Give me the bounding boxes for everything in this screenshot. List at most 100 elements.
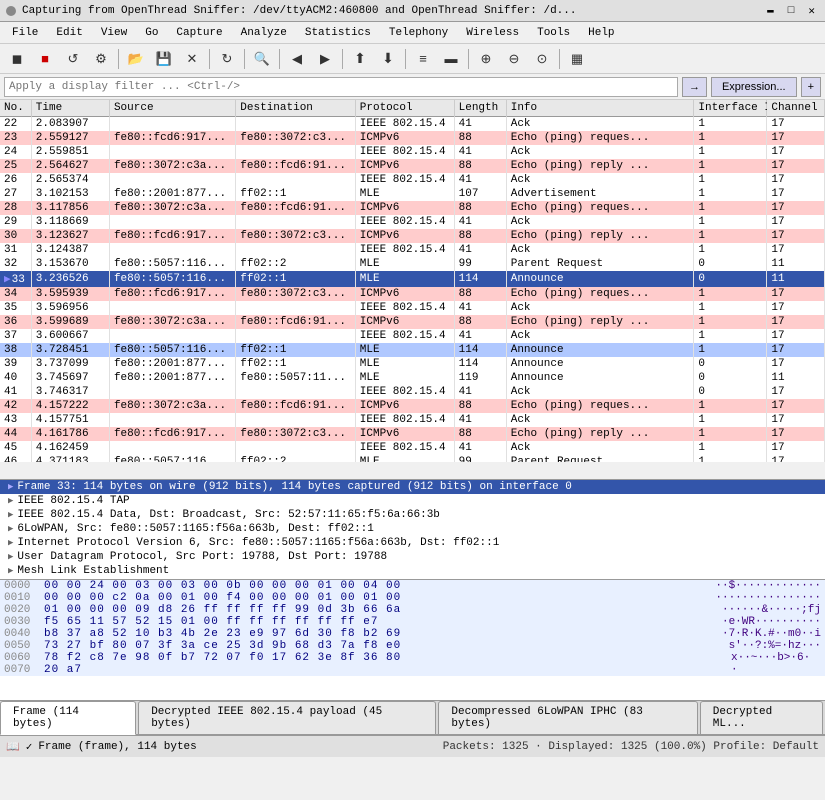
- detail-row[interactable]: ▶User Datagram Protocol, Src Port: 19788…: [0, 550, 825, 564]
- col-iface[interactable]: Interface ID: [694, 100, 767, 117]
- col-source[interactable]: Source: [109, 100, 235, 117]
- col-time[interactable]: Time: [31, 100, 109, 117]
- menu-item-statistics[interactable]: Statistics: [297, 25, 379, 41]
- coloring-btn[interactable]: ▬: [438, 47, 464, 71]
- table-row[interactable]: 434.157751IEEE 802.15.441Ack117: [0, 413, 825, 427]
- stats-btn[interactable]: ▦: [564, 47, 590, 71]
- hex-offset: 0050: [4, 640, 40, 652]
- maximize-btn[interactable]: □: [784, 5, 799, 17]
- minimize-btn[interactable]: ▬: [763, 5, 778, 17]
- cell-chan: 17: [767, 159, 825, 173]
- close-file-btn[interactable]: ✕: [179, 47, 205, 71]
- menu-item-view[interactable]: View: [93, 25, 135, 41]
- table-row[interactable]: 464.371183fe80::5057:116...ff02::2MLE99P…: [0, 455, 825, 462]
- table-row[interactable]: 293.118669IEEE 802.15.441Ack117: [0, 215, 825, 229]
- cell-chan: 17: [767, 287, 825, 301]
- table-row[interactable]: 424.157222fe80::3072:c3a...fe80::fcd6:91…: [0, 399, 825, 413]
- col-destination[interactable]: Destination: [236, 100, 355, 117]
- table-row[interactable]: 454.162459IEEE 802.15.441Ack117: [0, 441, 825, 455]
- filter-arrow-btn[interactable]: →: [682, 77, 707, 97]
- table-row[interactable]: ▶333.236526fe80::5057:116...ff02::1MLE11…: [0, 271, 825, 287]
- detail-row[interactable]: ▶IEEE 802.15.4 TAP: [0, 494, 825, 508]
- menu-item-tools[interactable]: Tools: [529, 25, 578, 41]
- cell-dst: fe80::3072:c3...: [236, 427, 355, 441]
- cell-src: [109, 301, 235, 315]
- bottom-tab-1[interactable]: Decrypted IEEE 802.15.4 payload (45 byte…: [138, 701, 436, 734]
- table-row[interactable]: 444.161786fe80::fcd6:917...fe80::3072:c3…: [0, 427, 825, 441]
- filter-input[interactable]: [4, 77, 678, 97]
- detail-row[interactable]: ▶Mesh Link Establishment: [0, 564, 825, 578]
- col-protocol[interactable]: Protocol: [355, 100, 454, 117]
- table-row[interactable]: 353.596956IEEE 802.15.441Ack117: [0, 301, 825, 315]
- close-window-btn[interactable]: ✕: [804, 4, 819, 18]
- table-row[interactable]: 383.728451fe80::5057:116...ff02::1MLE114…: [0, 343, 825, 357]
- back-btn[interactable]: ◀: [284, 47, 310, 71]
- bottom-tab-3[interactable]: Decrypted ML...: [700, 701, 823, 734]
- cell-len: 41: [454, 413, 506, 427]
- goto-last-btn[interactable]: ⬇: [375, 47, 401, 71]
- table-row[interactable]: 373.600667IEEE 802.15.441Ack117: [0, 329, 825, 343]
- expression-btn[interactable]: Expression...: [711, 77, 797, 97]
- table-row[interactable]: 283.117856fe80::3072:c3a...fe80::fcd6:91…: [0, 201, 825, 215]
- menu-item-wireless[interactable]: Wireless: [458, 25, 527, 41]
- zoom-in-btn[interactable]: ⊕: [473, 47, 499, 71]
- cell-src: fe80::2001:877...: [109, 371, 235, 385]
- menu-item-file[interactable]: File: [4, 25, 46, 41]
- table-row[interactable]: 313.124387IEEE 802.15.441Ack117: [0, 243, 825, 257]
- col-channel[interactable]: Channel: [767, 100, 825, 117]
- table-row[interactable]: 232.559127fe80::fcd6:917...fe80::3072:c3…: [0, 131, 825, 145]
- menu-item-analyze[interactable]: Analyze: [233, 25, 295, 41]
- bottom-tab-2[interactable]: Decompressed 6LoWPAN IPHC (83 bytes): [438, 701, 697, 734]
- options-btn[interactable]: ⚙: [88, 47, 114, 71]
- forward-btn[interactable]: ▶: [312, 47, 338, 71]
- menu-item-telephony[interactable]: Telephony: [381, 25, 456, 41]
- table-row[interactable]: 262.565374IEEE 802.15.441Ack117: [0, 173, 825, 187]
- col-no[interactable]: No.: [0, 100, 31, 117]
- cell-dst: ff02::2: [236, 455, 355, 462]
- table-row[interactable]: 303.123627fe80::fcd6:917...fe80::3072:c3…: [0, 229, 825, 243]
- save-file-btn[interactable]: 💾: [151, 47, 177, 71]
- table-row[interactable]: 323.153670fe80::5057:116...ff02::2MLE99P…: [0, 257, 825, 271]
- find-packet-btn[interactable]: 🔍: [249, 47, 275, 71]
- menu-item-edit[interactable]: Edit: [48, 25, 90, 41]
- cell-info: Ack: [506, 243, 694, 257]
- sep7: [468, 49, 469, 69]
- menu-item-help[interactable]: Help: [580, 25, 622, 41]
- detail-row[interactable]: ▶Internet Protocol Version 6, Src: fe80:…: [0, 536, 825, 550]
- zoom-reset-btn[interactable]: ⊙: [529, 47, 555, 71]
- menu-item-go[interactable]: Go: [137, 25, 166, 41]
- table-row[interactable]: 222.083907IEEE 802.15.441Ack117: [0, 117, 825, 132]
- bottom-tab-0[interactable]: Frame (114 bytes): [0, 701, 136, 735]
- table-row[interactable]: 252.564627fe80::3072:c3a...fe80::fcd6:91…: [0, 159, 825, 173]
- col-info[interactable]: Info: [506, 100, 694, 117]
- detail-row[interactable]: ▶IEEE 802.15.4 Data, Dst: Broadcast, Src…: [0, 508, 825, 522]
- stop-capture-btn[interactable]: ■: [32, 47, 58, 71]
- menu-item-capture[interactable]: Capture: [168, 25, 230, 41]
- detail-row[interactable]: ▶6LoWPAN, Src: fe80::5057:1165:f56a:663b…: [0, 522, 825, 536]
- table-row[interactable]: 403.745697fe80::2001:877...fe80::5057:11…: [0, 371, 825, 385]
- cap-filter-btn[interactable]: ≡: [410, 47, 436, 71]
- goto-first-btn[interactable]: ⬆: [347, 47, 373, 71]
- packet-table-scroll[interactable]: No. Time Source Destination Protocol Len…: [0, 100, 825, 462]
- cell-len: 41: [454, 117, 506, 132]
- cell-no: 34: [0, 287, 31, 301]
- open-file-btn[interactable]: 📂: [123, 47, 149, 71]
- detail-row[interactable]: ▶Frame 33: 114 bytes on wire (912 bits),…: [0, 480, 825, 494]
- table-row[interactable]: 343.595939fe80::fcd6:917...fe80::3072:c3…: [0, 287, 825, 301]
- table-row[interactable]: 413.746317IEEE 802.15.441Ack017: [0, 385, 825, 399]
- col-length[interactable]: Length: [454, 100, 506, 117]
- cell-no: 26: [0, 173, 31, 187]
- table-row[interactable]: 363.599689fe80::3072:c3a...fe80::fcd6:91…: [0, 315, 825, 329]
- table-row[interactable]: 393.737099fe80::2001:877...ff02::1MLE114…: [0, 357, 825, 371]
- cell-src: [109, 385, 235, 399]
- zoom-out-btn[interactable]: ⊖: [501, 47, 527, 71]
- table-row[interactable]: 273.102153fe80::2001:877...ff02::1MLE107…: [0, 187, 825, 201]
- cell-len: 119: [454, 371, 506, 385]
- reload-btn[interactable]: ↻: [214, 47, 240, 71]
- add-filter-btn[interactable]: +: [801, 77, 821, 97]
- table-row[interactable]: 242.559851IEEE 802.15.441Ack117: [0, 145, 825, 159]
- cell-dst: ff02::2: [236, 257, 355, 271]
- interface-toolbar-btn[interactable]: ◼: [4, 47, 30, 71]
- restart-capture-btn[interactable]: ↺: [60, 47, 86, 71]
- detail-triangle: ▶: [8, 524, 13, 534]
